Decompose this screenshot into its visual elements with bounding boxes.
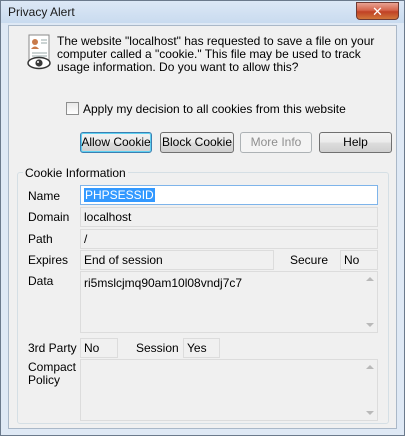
name-value: PHPSESSID xyxy=(84,188,155,202)
cookie-information-title: Cookie Information xyxy=(23,166,128,180)
domain-field[interactable]: localhost xyxy=(80,207,378,227)
close-button[interactable]: ✕ xyxy=(356,2,399,20)
expires-field[interactable]: End of session xyxy=(80,250,274,270)
dialog-body: The website "localhost" has requested to… xyxy=(8,25,397,429)
compact-policy-field[interactable] xyxy=(80,359,378,421)
expires-label: Expires xyxy=(28,253,69,267)
secure-label: Secure xyxy=(290,253,329,267)
third-party-field[interactable]: No xyxy=(80,338,118,358)
scroll-down-arrow-icon[interactable] xyxy=(366,323,374,327)
close-icon: ✕ xyxy=(372,4,383,19)
scroll-down-arrow-icon[interactable] xyxy=(366,411,374,415)
data-scrollbar[interactable] xyxy=(362,272,377,332)
alert-message: The website "localhost" has requested to… xyxy=(57,34,375,74)
session-field[interactable]: Yes xyxy=(183,338,220,358)
block-cookie-button[interactable]: Block Cookie xyxy=(160,132,234,153)
apply-decision-checkbox[interactable] xyxy=(66,102,79,115)
session-label: Session xyxy=(136,341,179,355)
data-value: ri5mslcjmq90am10l08vndj7c7 xyxy=(84,276,243,290)
privacy-eye-document-icon xyxy=(27,34,51,70)
secure-field[interactable]: No xyxy=(340,250,378,270)
allow-cookie-button[interactable]: Allow Cookie xyxy=(80,132,152,153)
compact-policy-scrollbar[interactable] xyxy=(362,360,377,420)
path-label: Path xyxy=(28,232,53,246)
name-field[interactable]: PHPSESSID xyxy=(80,185,378,205)
scroll-up-arrow-icon[interactable] xyxy=(366,277,374,281)
more-info-button[interactable]: More Info xyxy=(240,132,312,153)
privacy-alert-dialog: Privacy Alert ✕ The website "localhost" … xyxy=(0,0,405,436)
window-title: Privacy Alert xyxy=(8,5,75,19)
third-party-label: 3rd Party xyxy=(28,341,77,355)
apply-decision-label[interactable]: Apply my decision to all cookies from th… xyxy=(83,102,346,116)
path-field[interactable]: / xyxy=(80,229,378,249)
scroll-up-arrow-icon[interactable] xyxy=(366,365,374,369)
domain-label: Domain xyxy=(28,210,70,224)
help-button[interactable]: Help xyxy=(319,132,392,153)
title-bar[interactable]: Privacy Alert ✕ xyxy=(1,1,404,23)
data-field[interactable]: ri5mslcjmq90am10l08vndj7c7 xyxy=(80,271,378,333)
data-label: Data xyxy=(28,274,54,288)
name-label: Name xyxy=(28,189,61,203)
compact-policy-label: Compact Policy xyxy=(28,360,77,387)
